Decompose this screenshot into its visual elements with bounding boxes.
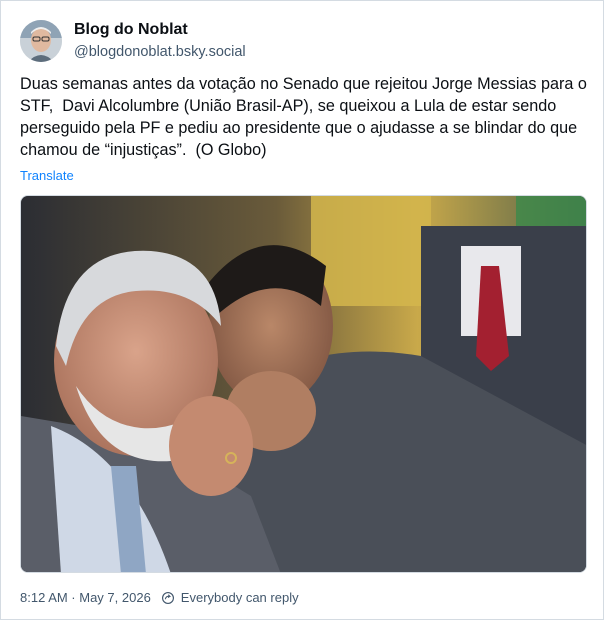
avatar-photo [20,20,62,62]
globe-reply-icon [161,591,174,604]
post-timestamp[interactable]: 8:12 AM · May 7, 2026 [20,590,151,605]
post-photo [21,196,586,572]
avatar[interactable] [20,20,62,62]
translate-link[interactable]: Translate [20,168,74,183]
reply-setting-label[interactable]: Everybody can reply [181,590,299,605]
post-meta: 8:12 AM · May 7, 2026 Everybody can repl… [20,590,299,605]
post-card: Blog do Noblat @blogdonoblat.bsky.social… [0,0,604,620]
post-text: Duas semanas antes da votação no Senado … [20,75,592,159]
author-handle[interactable]: @blogdonoblat.bsky.social [74,44,246,60]
post-image[interactable] [20,195,587,573]
author-display-name[interactable]: Blog do Noblat [74,21,188,39]
